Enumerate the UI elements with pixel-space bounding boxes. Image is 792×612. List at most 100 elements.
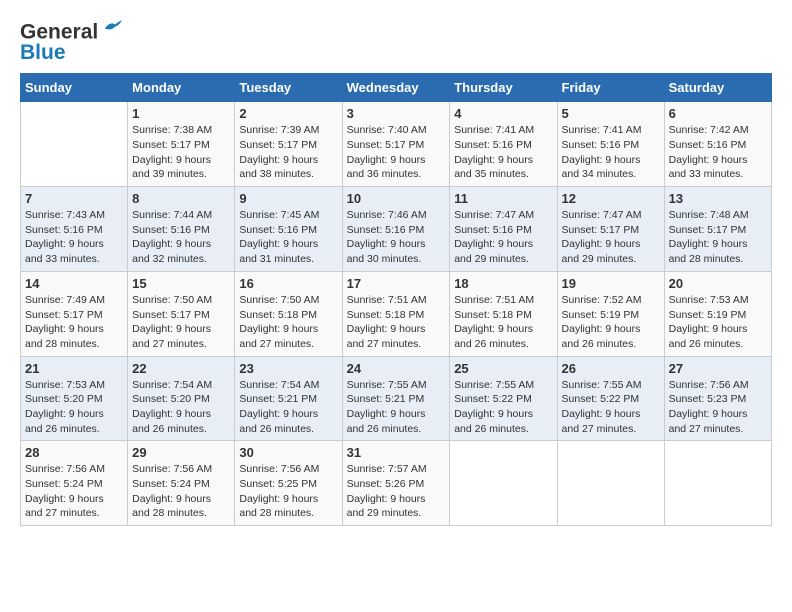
day-cell: 6 Sunrise: 7:42 AM Sunset: 5:16 PM Daylig…: [664, 102, 771, 187]
day-info: Sunrise: 7:57 AM Sunset: 5:26 PM Dayligh…: [347, 462, 446, 521]
day-info: Sunrise: 7:45 AM Sunset: 5:16 PM Dayligh…: [239, 208, 337, 267]
day-info: Sunrise: 7:48 AM Sunset: 5:17 PM Dayligh…: [669, 208, 767, 267]
day-cell: 9 Sunrise: 7:45 AM Sunset: 5:16 PM Daylig…: [235, 187, 342, 272]
page-header: General Blue: [20, 20, 772, 63]
logo: General Blue: [20, 20, 122, 63]
day-cell: 3 Sunrise: 7:40 AM Sunset: 5:17 PM Daylig…: [342, 102, 450, 187]
day-cell: 21 Sunrise: 7:53 AM Sunset: 5:20 PM Dayli…: [21, 356, 128, 441]
day-info: Sunrise: 7:54 AM Sunset: 5:21 PM Dayligh…: [239, 378, 337, 437]
day-cell: [664, 441, 771, 526]
day-number: 12: [562, 191, 660, 206]
day-info: Sunrise: 7:51 AM Sunset: 5:18 PM Dayligh…: [347, 293, 446, 352]
day-info: Sunrise: 7:42 AM Sunset: 5:16 PM Dayligh…: [669, 123, 767, 182]
day-info: Sunrise: 7:50 AM Sunset: 5:18 PM Dayligh…: [239, 293, 337, 352]
day-cell: 1 Sunrise: 7:38 AM Sunset: 5:17 PM Daylig…: [128, 102, 235, 187]
day-cell: 7 Sunrise: 7:43 AM Sunset: 5:16 PM Daylig…: [21, 187, 128, 272]
day-cell: 25Sunrise: 7:55 AM Sunset: 5:22 PM Dayli…: [450, 356, 557, 441]
day-cell: 29 Sunrise: 7:56 AM Sunset: 5:24 PM Dayli…: [128, 441, 235, 526]
day-info: Sunrise: 7:40 AM Sunset: 5:17 PM Dayligh…: [347, 123, 446, 182]
week-row-3: 14 Sunrise: 7:49 AM Sunset: 5:17 PM Dayli…: [21, 271, 772, 356]
day-number: 8: [132, 191, 230, 206]
day-number: 21: [25, 361, 123, 376]
header-day-sunday: Sunday: [21, 74, 128, 102]
day-number: 7: [25, 191, 123, 206]
day-number: 4: [454, 106, 552, 121]
day-info: Sunrise: 7:53 AM Sunset: 5:20 PM Dayligh…: [25, 378, 123, 437]
day-number: 31: [347, 445, 446, 460]
day-number: 16: [239, 276, 337, 291]
day-number: 25: [454, 361, 552, 376]
day-number: 5: [562, 106, 660, 121]
day-number: 29: [132, 445, 230, 460]
day-cell: 12 Sunrise: 7:47 AM Sunset: 5:17 PM Dayli…: [557, 187, 664, 272]
day-cell: 24Sunrise: 7:55 AM Sunset: 5:21 PM Dayli…: [342, 356, 450, 441]
week-row-2: 7 Sunrise: 7:43 AM Sunset: 5:16 PM Daylig…: [21, 187, 772, 272]
day-number: 6: [669, 106, 767, 121]
day-info: Sunrise: 7:39 AM Sunset: 5:17 PM Dayligh…: [239, 123, 337, 182]
day-number: 27: [669, 361, 767, 376]
day-info: Sunrise: 7:56 AM Sunset: 5:24 PM Dayligh…: [132, 462, 230, 521]
day-number: 11: [454, 191, 552, 206]
day-info: Sunrise: 7:56 AM Sunset: 5:23 PM Dayligh…: [669, 378, 767, 437]
logo-container: General Blue: [20, 20, 122, 63]
day-cell: 23 Sunrise: 7:54 AM Sunset: 5:21 PM Dayli…: [235, 356, 342, 441]
header-day-monday: Monday: [128, 74, 235, 102]
calendar-body: 1 Sunrise: 7:38 AM Sunset: 5:17 PM Daylig…: [21, 102, 772, 526]
day-info: Sunrise: 7:46 AM Sunset: 5:16 PM Dayligh…: [347, 208, 446, 267]
day-cell: 22Sunrise: 7:54 AM Sunset: 5:20 PM Dayli…: [128, 356, 235, 441]
day-cell: 11 Sunrise: 7:47 AM Sunset: 5:16 PM Dayli…: [450, 187, 557, 272]
day-number: 14: [25, 276, 123, 291]
logo-bird-icon: [104, 20, 122, 32]
day-info: Sunrise: 7:41 AM Sunset: 5:16 PM Dayligh…: [454, 123, 552, 182]
day-cell: [450, 441, 557, 526]
day-number: 19: [562, 276, 660, 291]
week-row-5: 28 Sunrise: 7:56 AM Sunset: 5:24 PM Dayli…: [21, 441, 772, 526]
header-day-tuesday: Tuesday: [235, 74, 342, 102]
day-cell: 14 Sunrise: 7:49 AM Sunset: 5:17 PM Dayli…: [21, 271, 128, 356]
header-day-friday: Friday: [557, 74, 664, 102]
day-info: Sunrise: 7:56 AM Sunset: 5:25 PM Dayligh…: [239, 462, 337, 521]
day-number: 9: [239, 191, 337, 206]
day-cell: 16 Sunrise: 7:50 AM Sunset: 5:18 PM Dayli…: [235, 271, 342, 356]
day-cell: 26Sunrise: 7:55 AM Sunset: 5:22 PM Dayli…: [557, 356, 664, 441]
calendar-table: SundayMondayTuesdayWednesdayThursdayFrid…: [20, 73, 772, 526]
day-info: Sunrise: 7:47 AM Sunset: 5:16 PM Dayligh…: [454, 208, 552, 267]
day-info: Sunrise: 7:53 AM Sunset: 5:19 PM Dayligh…: [669, 293, 767, 352]
day-info: Sunrise: 7:38 AM Sunset: 5:17 PM Dayligh…: [132, 123, 230, 182]
header-row: SundayMondayTuesdayWednesdayThursdayFrid…: [21, 74, 772, 102]
day-number: 10: [347, 191, 446, 206]
logo-general-part: General: [20, 20, 98, 43]
day-info: Sunrise: 7:52 AM Sunset: 5:19 PM Dayligh…: [562, 293, 660, 352]
day-number: 28: [25, 445, 123, 460]
day-number: 22: [132, 361, 230, 376]
day-info: Sunrise: 7:49 AM Sunset: 5:17 PM Dayligh…: [25, 293, 123, 352]
calendar-header: SundayMondayTuesdayWednesdayThursdayFrid…: [21, 74, 772, 102]
day-cell: 30Sunrise: 7:56 AM Sunset: 5:25 PM Dayli…: [235, 441, 342, 526]
day-number: 20: [669, 276, 767, 291]
day-info: Sunrise: 7:47 AM Sunset: 5:17 PM Dayligh…: [562, 208, 660, 267]
day-info: Sunrise: 7:55 AM Sunset: 5:22 PM Dayligh…: [562, 378, 660, 437]
day-number: 2: [239, 106, 337, 121]
header-day-wednesday: Wednesday: [342, 74, 450, 102]
day-cell: 17 Sunrise: 7:51 AM Sunset: 5:18 PM Dayli…: [342, 271, 450, 356]
header-day-saturday: Saturday: [664, 74, 771, 102]
day-cell: [21, 102, 128, 187]
day-info: Sunrise: 7:43 AM Sunset: 5:16 PM Dayligh…: [25, 208, 123, 267]
day-cell: 10 Sunrise: 7:46 AM Sunset: 5:16 PM Dayli…: [342, 187, 450, 272]
day-number: 17: [347, 276, 446, 291]
day-number: 15: [132, 276, 230, 291]
day-info: Sunrise: 7:44 AM Sunset: 5:16 PM Dayligh…: [132, 208, 230, 267]
day-cell: [557, 441, 664, 526]
day-cell: 4 Sunrise: 7:41 AM Sunset: 5:16 PM Daylig…: [450, 102, 557, 187]
day-number: 1: [132, 106, 230, 121]
header-day-thursday: Thursday: [450, 74, 557, 102]
day-cell: 2 Sunrise: 7:39 AM Sunset: 5:17 PM Daylig…: [235, 102, 342, 187]
day-number: 13: [669, 191, 767, 206]
day-number: 23: [239, 361, 337, 376]
day-cell: 20 Sunrise: 7:53 AM Sunset: 5:19 PM Dayli…: [664, 271, 771, 356]
day-number: 24: [347, 361, 446, 376]
day-cell: 19 Sunrise: 7:52 AM Sunset: 5:19 PM Dayli…: [557, 271, 664, 356]
day-number: 3: [347, 106, 446, 121]
day-info: Sunrise: 7:51 AM Sunset: 5:18 PM Dayligh…: [454, 293, 552, 352]
logo-blue-part: Blue: [20, 41, 66, 64]
